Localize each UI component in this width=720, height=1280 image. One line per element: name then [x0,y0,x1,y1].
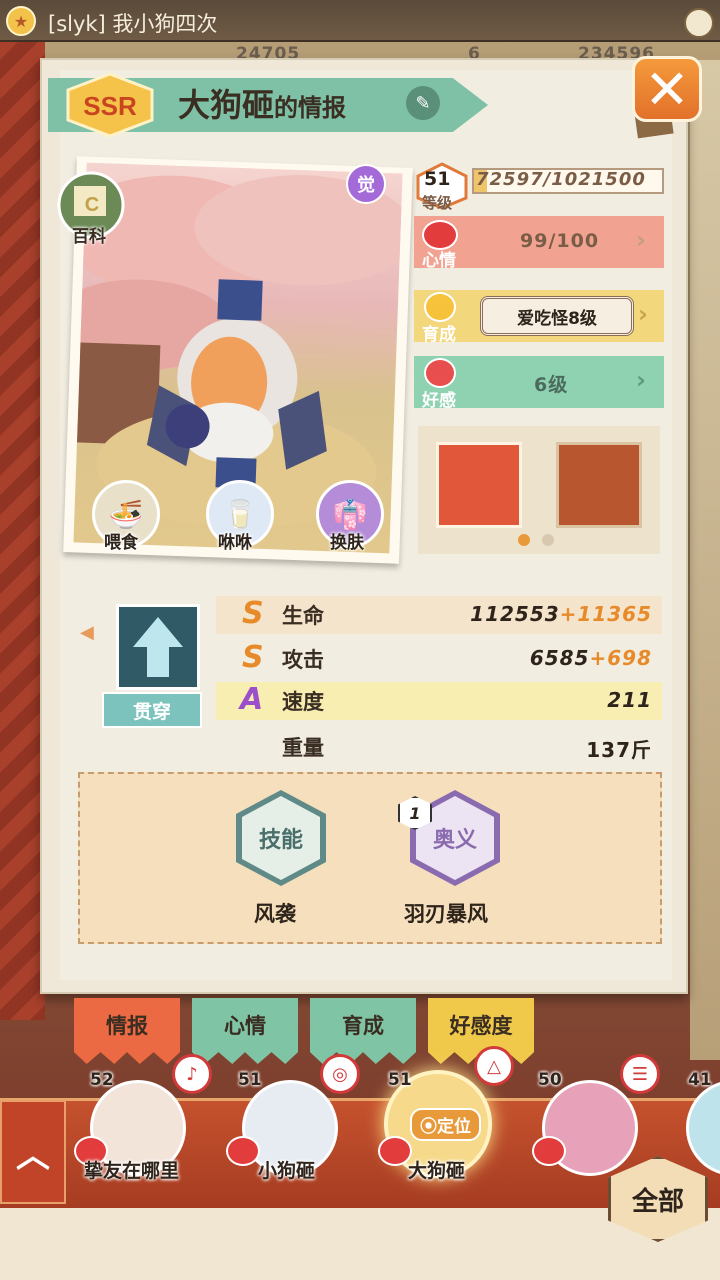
attr-name: 重量 [282,736,324,760]
attr-bonus: +698 [589,646,652,670]
page-dot-active [518,534,530,546]
arrow-up-icon [133,617,183,677]
chevron-right-icon: › [636,366,646,394]
level-row: 51 等级 72597/1021500 [414,160,664,212]
roster-level: 51 [388,1070,412,1090]
growth-row[interactable]: 育成 爱吃怪8级 › [414,290,664,345]
chat-bubble-icon: ☰ [620,1054,660,1094]
page-title: 大狗砸的情报 [178,80,346,126]
encyclopedia-label: 百科 [72,227,106,247]
grade-a-icon: A [240,682,264,717]
heart-icon [378,1136,412,1166]
favor-label: 好感 [422,391,456,411]
attr-base: 6585 [529,646,590,670]
grade-s-icon: S [242,596,264,631]
mood-row[interactable]: 心情 99/100 › [414,216,664,271]
location-pin-icon: ⦿ [420,1117,437,1137]
attribute-row-spd: A 速度 211 [216,682,662,720]
triangle-left-icon: ◀ [80,622,94,643]
attr-name: 生命 [282,604,324,628]
exp-value: 72597/1021500 [476,169,646,190]
player-name: [slyk] 我小狗四次 [48,12,218,36]
mood-value: 99/100 [520,230,600,252]
attr-bonus: +11365 [559,602,652,626]
attribute-row-hp: S 生命 112553+11365 [216,596,662,634]
awaken-badge[interactable]: 觉 [346,164,386,204]
growth-label: 育成 [422,325,456,345]
kimono-icon: 👘 [332,497,368,531]
rarity-text: SSR [83,91,137,121]
roster-item-partial[interactable]: 41 [680,1066,720,1184]
attr-value: 6585+698 [446,646,652,670]
attr-name: 速度 [282,690,324,714]
roster-item[interactable]: 51 ◎ 小狗砸 [226,1054,360,1184]
favor-row[interactable]: 好感 6级 › [414,356,664,411]
ssr-rarity-badge: SSR [66,72,154,138]
flower-icon [424,358,456,388]
attr-value: 112553+11365 [446,602,652,626]
background-right-paper [690,60,720,1060]
chevron-right-icon: › [636,226,646,254]
roster-level: 51 [238,1070,262,1090]
background-left-fabric [0,40,45,1020]
locate-label: 定位 [437,1117,471,1137]
attack-type-label: 贯穿 [102,692,202,728]
chick-icon [424,292,456,322]
roster-level: 41 [688,1070,712,1090]
edit-name-icon[interactable]: ✎ [406,86,440,120]
roster-name: 小狗砸 [258,1160,316,1182]
player-avatar-icon[interactable]: ★ [6,6,36,36]
chevron-right-icon: › [638,300,648,328]
heart-icon [226,1136,260,1166]
page-dot [542,534,554,546]
sushi-frame-icon[interactable] [436,442,522,528]
attr-value: 211 [607,688,652,712]
chevron-up-icon: ︿ [16,1135,50,1176]
roster-item[interactable]: 50 ☰ [532,1054,660,1184]
title-suffix: 的情报 [274,94,347,122]
attr-base: 112553 [470,602,560,626]
shikigami-name: 大狗砸 [178,86,275,124]
grade-s-icon: S [242,640,264,675]
roster-name: 大狗砸 [408,1160,466,1182]
attr-value: 137斤 [586,738,652,762]
roster-level: 50 [538,1070,562,1090]
pet-label: 咻咻 [218,533,252,553]
roster-item[interactable]: 52 ♪ 挚友在哪里 [74,1054,212,1184]
level-label: 等级 [422,194,453,212]
roster-name: 挚友在哪里 [84,1160,180,1182]
roster-item-selected[interactable]: 51 △ ⦿定位 大狗砸 [378,1046,514,1182]
attribute-row-weight: 重量 137斤 [216,728,662,766]
svg-text:C: C [85,194,99,216]
attr-name: 攻击 [282,648,324,672]
chat-bubble-icon: ♪ [172,1054,212,1094]
milk-carton-icon: 🥛 [222,497,258,531]
heart-icon [532,1136,566,1166]
locate-button[interactable]: ⦿定位 [410,1108,481,1141]
chat-bubble-icon: ◎ [320,1054,360,1094]
skill-2-name: 羽刃暴风 [404,902,488,926]
mood-label: 心情 [422,251,456,271]
skill-1-name: 风袭 [254,902,296,926]
clock-icon[interactable] [684,8,714,38]
feed-label: 喂食 [104,533,138,553]
skin-label: 换肤 [330,533,364,553]
noodle-bowl-icon: 🍜 [108,497,144,531]
expand-roster-button[interactable]: ︿ [0,1100,66,1204]
roster-level: 52 [90,1070,114,1090]
skill-panel [78,772,662,944]
shikigami-avatar [686,1080,720,1176]
growth-value: 爱吃怪8级 [480,296,634,336]
attribute-row-atk: S 攻击 6585+698 [216,640,662,678]
wheel-frame-icon[interactable] [556,442,642,528]
favor-value: 6级 [534,374,569,396]
level-number: 51 [424,168,451,190]
chat-bubble-icon: △ [474,1046,514,1086]
pierce-icon[interactable] [116,604,200,690]
close-button[interactable]: ✕ [632,56,702,122]
